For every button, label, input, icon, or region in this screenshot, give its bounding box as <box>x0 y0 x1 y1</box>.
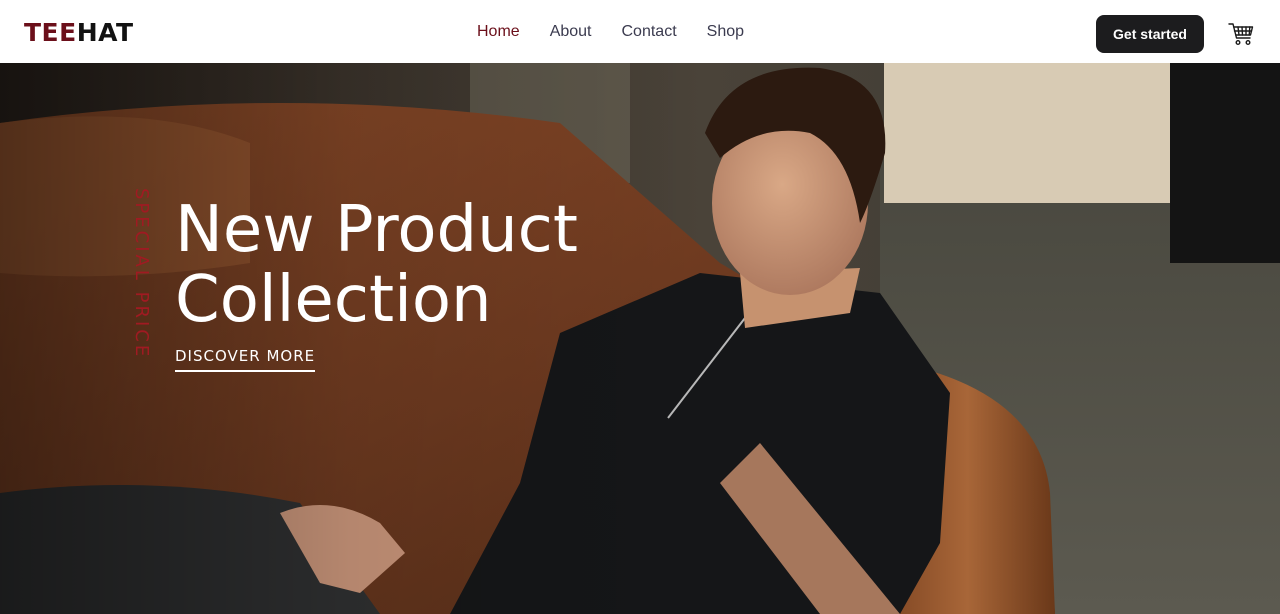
nav-link-shop[interactable]: Shop <box>707 23 744 41</box>
nav-link-contact[interactable]: Contact <box>622 23 677 41</box>
hero-headline: New Product Collection <box>175 195 578 335</box>
hero-headline-line1: New Product <box>175 193 578 267</box>
special-price-label: SPECIAL PRICE <box>131 188 152 360</box>
hero-banner: SPECIAL PRICE New Product Collection DIS… <box>0 63 1280 614</box>
nav-link-home[interactable]: Home <box>477 23 520 41</box>
brand-logo-part2: HAT <box>76 18 134 47</box>
hero-photo <box>0 63 1280 614</box>
site-header: TEEHAT Home About Contact Shop Get start… <box>0 0 1280 63</box>
brand-logo[interactable]: TEEHAT <box>24 18 134 48</box>
shopping-cart-icon[interactable] <box>1227 20 1255 48</box>
brand-logo-part1: TEE <box>24 18 77 47</box>
get-started-button[interactable]: Get started <box>1096 15 1204 53</box>
main-nav: Home About Contact Shop <box>462 0 759 63</box>
nav-link-about[interactable]: About <box>550 23 592 41</box>
discover-more-link[interactable]: DISCOVER MORE <box>175 347 316 372</box>
hero-headline-line2: Collection <box>175 263 492 337</box>
